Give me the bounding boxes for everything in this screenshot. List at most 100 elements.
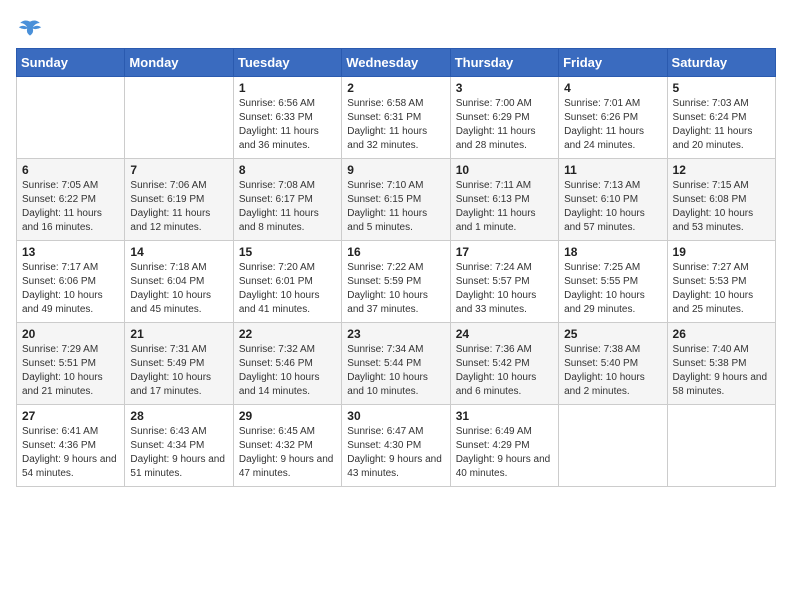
day-number: 1: [239, 81, 336, 95]
day-info: Sunrise: 7:18 AMSunset: 6:04 PMDaylight:…: [130, 261, 227, 317]
calendar-cell: 28 Sunrise: 6:43 AMSunset: 4:34 PMDayligh…: [125, 405, 233, 487]
day-info: Sunrise: 7:25 AMSunset: 5:55 PMDaylight:…: [564, 261, 661, 317]
calendar-cell: 13Sunrise: 7:17 AMSunset: 6:06 PMDayligh…: [17, 241, 125, 323]
calendar-cell: 7 Sunrise: 7:06 AMSunset: 6:19 PMDaylight…: [125, 159, 233, 241]
calendar-cell: 2 Sunrise: 6:58 AMSunset: 6:31 PMDaylight…: [342, 77, 450, 159]
day-number: 25: [564, 327, 661, 341]
calendar-cell: [667, 405, 775, 487]
day-number: 19: [673, 245, 770, 259]
calendar-cell: 23 Sunrise: 7:34 AMSunset: 5:44 PMDayligh…: [342, 323, 450, 405]
day-info: Sunrise: 7:15 AMSunset: 6:08 PMDaylight:…: [673, 179, 770, 235]
day-info: Sunrise: 7:08 AMSunset: 6:17 PMDaylight:…: [239, 179, 336, 235]
calendar-week-row: 20 Sunrise: 7:29 AMSunset: 5:51 PMDayligh…: [17, 323, 776, 405]
calendar-week-row: 27 Sunrise: 6:41 AMSunset: 4:36 PMDayligh…: [17, 405, 776, 487]
day-number: 4: [564, 81, 661, 95]
header-thursday: Thursday: [450, 49, 558, 77]
day-info: Sunrise: 7:10 AMSunset: 6:15 PMDaylight:…: [347, 179, 444, 235]
calendar-cell: 26Sunrise: 7:40 AMSunset: 5:38 PMDayligh…: [667, 323, 775, 405]
calendar-cell: 5Sunrise: 7:03 AMSunset: 6:24 PMDaylight…: [667, 77, 775, 159]
day-number: 28: [130, 409, 227, 423]
calendar-cell: 15Sunrise: 7:20 AMSunset: 6:01 PMDayligh…: [233, 241, 341, 323]
day-number: 8: [239, 163, 336, 177]
day-info: Sunrise: 7:03 AMSunset: 6:24 PMDaylight:…: [673, 97, 770, 153]
day-number: 30: [347, 409, 444, 423]
day-number: 7: [130, 163, 227, 177]
day-number: 22: [239, 327, 336, 341]
day-number: 15: [239, 245, 336, 259]
calendar-cell: 17 Sunrise: 7:24 AMSunset: 5:57 PMDayligh…: [450, 241, 558, 323]
day-info: Sunrise: 7:22 AMSunset: 5:59 PMDaylight:…: [347, 261, 444, 317]
day-number: 2: [347, 81, 444, 95]
day-info: Sunrise: 6:58 AMSunset: 6:31 PMDaylight:…: [347, 97, 444, 153]
day-number: 29: [239, 409, 336, 423]
day-info: Sunrise: 7:27 AMSunset: 5:53 PMDaylight:…: [673, 261, 770, 317]
calendar-cell: 11 Sunrise: 7:13 AMSunset: 6:10 PMDayligh…: [559, 159, 667, 241]
logo-icon: [16, 16, 44, 44]
day-number: 9: [347, 163, 444, 177]
calendar-week-row: 13Sunrise: 7:17 AMSunset: 6:06 PMDayligh…: [17, 241, 776, 323]
calendar-cell: 31 Sunrise: 6:49 AMSunset: 4:29 PMDayligh…: [450, 405, 558, 487]
day-info: Sunrise: 7:34 AMSunset: 5:44 PMDaylight:…: [347, 343, 444, 399]
day-info: Sunrise: 7:05 AMSunset: 6:22 PMDaylight:…: [22, 179, 119, 235]
calendar-cell: 16 Sunrise: 7:22 AMSunset: 5:59 PMDayligh…: [342, 241, 450, 323]
day-info: Sunrise: 6:45 AMSunset: 4:32 PMDaylight:…: [239, 425, 336, 481]
day-info: Sunrise: 7:06 AMSunset: 6:19 PMDaylight:…: [130, 179, 227, 235]
day-number: 11: [564, 163, 661, 177]
day-number: 23: [347, 327, 444, 341]
calendar-cell: 25 Sunrise: 7:38 AMSunset: 5:40 PMDayligh…: [559, 323, 667, 405]
calendar-cell: 24Sunrise: 7:36 AMSunset: 5:42 PMDayligh…: [450, 323, 558, 405]
calendar-cell: 21 Sunrise: 7:31 AMSunset: 5:49 PMDayligh…: [125, 323, 233, 405]
calendar-header-row: SundayMondayTuesdayWednesdayThursdayFrid…: [17, 49, 776, 77]
calendar-cell: 18Sunrise: 7:25 AMSunset: 5:55 PMDayligh…: [559, 241, 667, 323]
day-info: Sunrise: 6:56 AMSunset: 6:33 PMDaylight:…: [239, 97, 336, 153]
day-number: 13: [22, 245, 119, 259]
day-info: Sunrise: 6:43 AMSunset: 4:34 PMDaylight:…: [130, 425, 227, 481]
calendar-cell: 10Sunrise: 7:11 AMSunset: 6:13 PMDayligh…: [450, 159, 558, 241]
day-number: 12: [673, 163, 770, 177]
day-number: 21: [130, 327, 227, 341]
calendar-cell: 4 Sunrise: 7:01 AMSunset: 6:26 PMDaylight…: [559, 77, 667, 159]
calendar-cell: 30 Sunrise: 6:47 AMSunset: 4:30 PMDayligh…: [342, 405, 450, 487]
calendar-cell: 22 Sunrise: 7:32 AMSunset: 5:46 PMDayligh…: [233, 323, 341, 405]
calendar-cell: 6 Sunrise: 7:05 AMSunset: 6:22 PMDaylight…: [17, 159, 125, 241]
day-number: 20: [22, 327, 119, 341]
header-wednesday: Wednesday: [342, 49, 450, 77]
header-saturday: Saturday: [667, 49, 775, 77]
day-info: Sunrise: 7:24 AMSunset: 5:57 PMDaylight:…: [456, 261, 553, 317]
calendar-cell: 14Sunrise: 7:18 AMSunset: 6:04 PMDayligh…: [125, 241, 233, 323]
header-friday: Friday: [559, 49, 667, 77]
day-number: 26: [673, 327, 770, 341]
day-info: Sunrise: 7:11 AMSunset: 6:13 PMDaylight:…: [456, 179, 553, 235]
day-info: Sunrise: 7:32 AMSunset: 5:46 PMDaylight:…: [239, 343, 336, 399]
day-info: Sunrise: 7:38 AMSunset: 5:40 PMDaylight:…: [564, 343, 661, 399]
calendar-cell: 29 Sunrise: 6:45 AMSunset: 4:32 PMDayligh…: [233, 405, 341, 487]
day-number: 27: [22, 409, 119, 423]
day-number: 31: [456, 409, 553, 423]
day-number: 17: [456, 245, 553, 259]
calendar-cell: 20 Sunrise: 7:29 AMSunset: 5:51 PMDayligh…: [17, 323, 125, 405]
day-info: Sunrise: 6:47 AMSunset: 4:30 PMDaylight:…: [347, 425, 444, 481]
day-info: Sunrise: 7:29 AMSunset: 5:51 PMDaylight:…: [22, 343, 119, 399]
day-info: Sunrise: 7:00 AMSunset: 6:29 PMDaylight:…: [456, 97, 553, 153]
calendar-cell: 9 Sunrise: 7:10 AMSunset: 6:15 PMDaylight…: [342, 159, 450, 241]
calendar-cell: [125, 77, 233, 159]
calendar-cell: 12 Sunrise: 7:15 AMSunset: 6:08 PMDayligh…: [667, 159, 775, 241]
calendar-cell: 3 Sunrise: 7:00 AMSunset: 6:29 PMDaylight…: [450, 77, 558, 159]
day-info: Sunrise: 6:49 AMSunset: 4:29 PMDaylight:…: [456, 425, 553, 481]
calendar-cell: 1 Sunrise: 6:56 AMSunset: 6:33 PMDaylight…: [233, 77, 341, 159]
day-number: 6: [22, 163, 119, 177]
day-info: Sunrise: 7:31 AMSunset: 5:49 PMDaylight:…: [130, 343, 227, 399]
day-number: 16: [347, 245, 444, 259]
logo: [16, 16, 48, 44]
page-header: [16, 16, 776, 44]
calendar-cell: 27 Sunrise: 6:41 AMSunset: 4:36 PMDayligh…: [17, 405, 125, 487]
day-info: Sunrise: 7:01 AMSunset: 6:26 PMDaylight:…: [564, 97, 661, 153]
day-info: Sunrise: 6:41 AMSunset: 4:36 PMDaylight:…: [22, 425, 119, 481]
calendar-week-row: 6 Sunrise: 7:05 AMSunset: 6:22 PMDaylight…: [17, 159, 776, 241]
calendar-table: SundayMondayTuesdayWednesdayThursdayFrid…: [16, 48, 776, 487]
calendar-cell: [17, 77, 125, 159]
day-number: 3: [456, 81, 553, 95]
header-tuesday: Tuesday: [233, 49, 341, 77]
day-info: Sunrise: 7:13 AMSunset: 6:10 PMDaylight:…: [564, 179, 661, 235]
header-sunday: Sunday: [17, 49, 125, 77]
